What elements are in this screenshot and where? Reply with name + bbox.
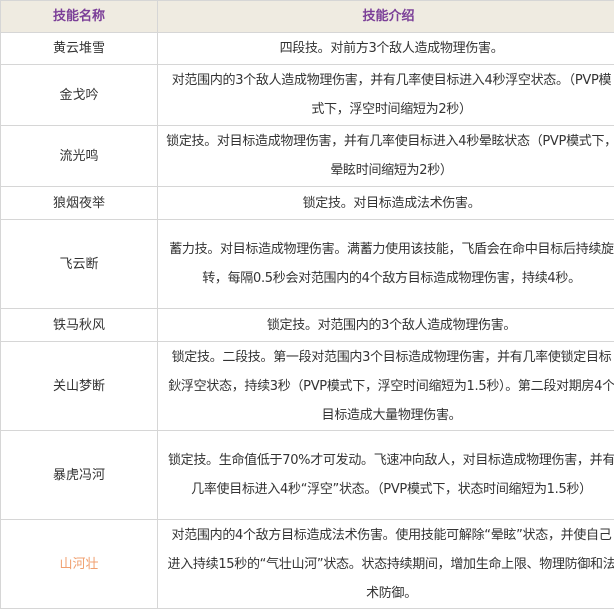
- skill-name: 暴虎冯河: [1, 431, 158, 520]
- skill-desc: 对范围内的4个敌方目标造成法术伤害。使用技能可解除“晕眩”状态，并使自己进入持续…: [158, 520, 614, 609]
- table-row: 金戈吟对范围内的3个敌人造成物理伤害，并有几率使目标进入4秒浮空状态。（PVP模…: [1, 65, 614, 126]
- table-row: 关山梦断锁定技。二段技。第一段对范围内3个目标造成物理伤害，并有几率使锁定目标鈥…: [1, 342, 614, 431]
- table-row: 暴虎冯河锁定技。生命值低于70%才可发动。飞速冲向敌人，对目标造成物理伤害，并有…: [1, 431, 614, 520]
- skill-desc: 锁定技。对目标造成物理伤害，并有几率使目标进入4秒晕眩状态（PVP模式下，晕眩时…: [158, 126, 614, 187]
- skill-name: 铁马秋风: [1, 309, 158, 342]
- skill-name-highlighted[interactable]: 山河壮: [1, 520, 158, 609]
- skill-desc: 对范围内的3个敌人造成物理伤害，并有几率使目标进入4秒浮空状态。（PVP模式下，…: [158, 65, 614, 126]
- skill-desc: 锁定技。对范围内的3个敌人造成物理伤害。: [158, 309, 614, 342]
- table-row: 狼烟夜举锁定技。对目标造成法术伤害。: [1, 187, 614, 220]
- skill-name: 狼烟夜举: [1, 187, 158, 220]
- skill-desc: 锁定技。生命值低于70%才可发动。飞速冲向敌人，对目标造成物理伤害，并有几率使目…: [158, 431, 614, 520]
- skill-name: 飞云断: [1, 220, 158, 309]
- header-skill-desc: 技能介绍: [158, 1, 614, 33]
- header-skill-name: 技能名称: [1, 1, 158, 33]
- table-row: 黄云堆雪四段技。对前方3个敌人造成物理伤害。: [1, 33, 614, 65]
- skill-name: 金戈吟: [1, 65, 158, 126]
- skill-desc: 四段技。对前方3个敌人造成物理伤害。: [158, 33, 614, 65]
- skill-name: 流光鸣: [1, 126, 158, 187]
- table-row: 山河壮对范围内的4个敌方目标造成法术伤害。使用技能可解除“晕眩”状态，并使自己进…: [1, 520, 614, 609]
- skill-name: 关山梦断: [1, 342, 158, 431]
- table-header: 技能名称 技能介绍: [1, 1, 614, 33]
- table-row: 铁马秋风锁定技。对范围内的3个敌人造成物理伤害。: [1, 309, 614, 342]
- skill-desc: 锁定技。对目标造成法术伤害。: [158, 187, 614, 220]
- skill-table: 技能名称 技能介绍 黄云堆雪四段技。对前方3个敌人造成物理伤害。 金戈吟对范围内…: [0, 0, 614, 609]
- table-row: 流光鸣锁定技。对目标造成物理伤害，并有几率使目标进入4秒晕眩状态（PVP模式下，…: [1, 126, 614, 187]
- skill-name: 黄云堆雪: [1, 33, 158, 65]
- skill-desc: 蓄力技。对目标造成物理伤害。满蓄力使用该技能，飞盾会在命中目标后持续旋转，每隔0…: [158, 220, 614, 309]
- skill-desc: 锁定技。二段技。第一段对范围内3个目标造成物理伤害，并有几率使锁定目标鈥浮空状态…: [158, 342, 614, 431]
- table-row: 飞云断蓄力技。对目标造成物理伤害。满蓄力使用该技能，飞盾会在命中目标后持续旋转，…: [1, 220, 614, 309]
